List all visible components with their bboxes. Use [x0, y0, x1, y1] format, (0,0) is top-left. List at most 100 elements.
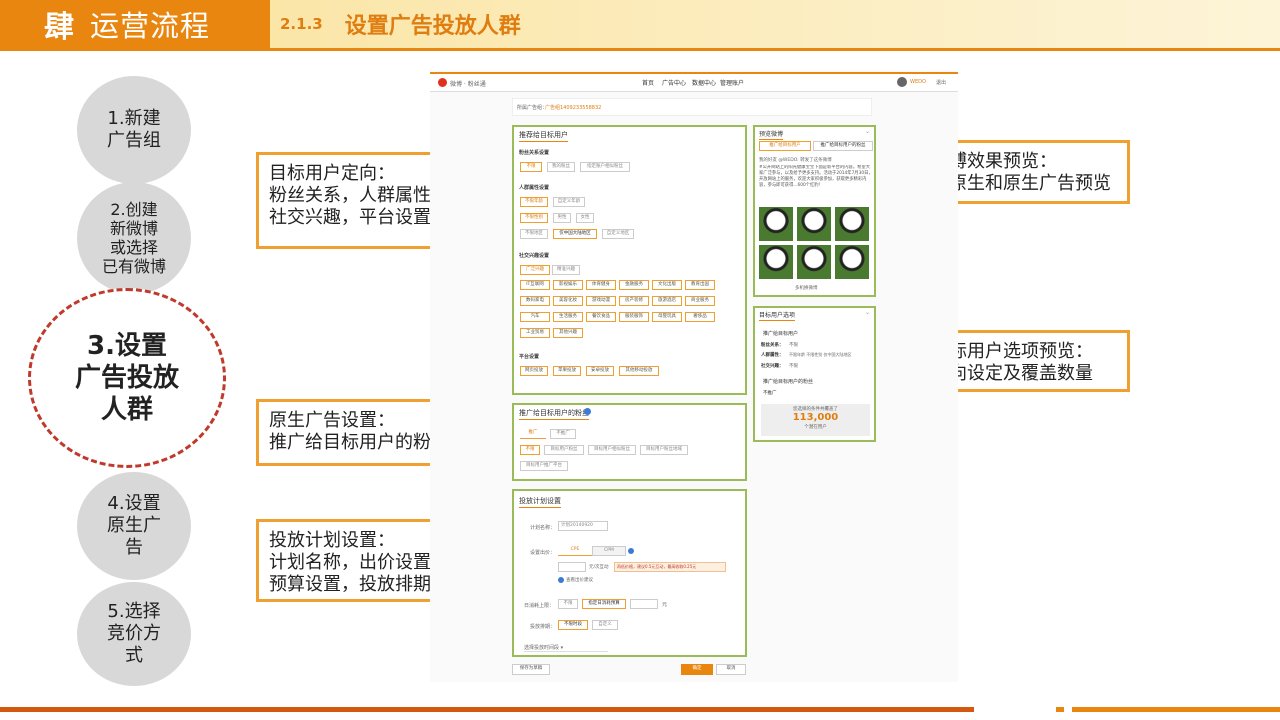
panda-image [835, 207, 869, 241]
panda-image [759, 245, 793, 279]
plan-name-input[interactable]: 计划20140920 [558, 521, 608, 531]
region-chip-any[interactable]: 不限地区 [520, 229, 548, 239]
gender-chip-female[interactable]: 女性 [576, 213, 594, 223]
fan-chip-my-fans[interactable]: 我的粉丝 [547, 162, 575, 172]
options-fan-value: 不限 [789, 343, 798, 348]
schedule-chip-any[interactable]: 不限时段 [558, 620, 588, 630]
bid-tab-cpm[interactable]: CPM [592, 546, 626, 556]
interest-chip[interactable]: IT互联网 [520, 280, 550, 290]
interest-chip[interactable]: 体育健身 [586, 280, 616, 290]
social-tab-broad[interactable]: 广泛兴趣 [520, 265, 550, 275]
bid-label: 设置出价： [530, 550, 556, 556]
preview-tab-target[interactable]: 推广给目标用户 [759, 141, 811, 151]
interest-chip[interactable]: 金融服务 [619, 280, 649, 290]
time-select[interactable]: 选择投放时间段 ▾ [524, 644, 608, 652]
footer-bar-right [1072, 707, 1280, 712]
region-chip-mainland[interactable]: 仅中国大陆地区 [553, 229, 597, 239]
interest-chip[interactable]: 旅游酒店 [652, 296, 682, 306]
fans-tab-no-promote[interactable]: 不推广 [550, 429, 576, 439]
interest-chip[interactable]: 汽车 [520, 312, 550, 322]
preview-tab-fans[interactable]: 推广给目标用户的粉丝 [813, 141, 873, 151]
budget-input[interactable] [630, 599, 658, 609]
social-tab-precise[interactable]: 精准兴趣 [552, 265, 580, 275]
nav-home[interactable]: 首页 [642, 78, 654, 87]
bid-help-icon[interactable] [628, 548, 634, 554]
step-5-circle: 5.选择 竞价方 式 [77, 582, 191, 686]
weibo-logo-icon [438, 78, 447, 87]
preview-panel-title: 预览微博 [759, 131, 784, 140]
fans-chip-target[interactable]: 目标用户粉丝 [544, 445, 584, 455]
panda-image [835, 245, 869, 279]
help-icon[interactable] [584, 408, 591, 415]
interest-chip[interactable]: 教育出国 [685, 280, 715, 290]
more-posts-link[interactable]: 多机换微博 [795, 285, 818, 291]
coverage-box: 您选择的条件共覆盖了 113,000 个潜在用户 [761, 404, 870, 436]
platform-chip-android[interactable]: 安卓投放 [586, 366, 614, 376]
interest-chip[interactable]: 游戏动漫 [586, 296, 616, 306]
plan-name-label: 计划名称： [530, 525, 556, 531]
adgroup-value[interactable]: 广告组1409233558832 [545, 104, 601, 111]
interest-chip[interactable]: 服装服饰 [619, 312, 649, 322]
interest-chip[interactable]: 美容化妆 [553, 296, 583, 306]
fans-chip-any[interactable]: 不限 [520, 445, 540, 455]
interest-chip[interactable]: 其他兴趣 [553, 328, 583, 338]
interest-chip[interactable]: 影视娱乐 [553, 280, 583, 290]
save-draft-button[interactable]: 保存为草稿 [512, 664, 550, 675]
nav-ad-center[interactable]: 广告中心 [662, 78, 686, 87]
budget-chip-daily[interactable]: 指定日消耗预算 [582, 599, 626, 609]
platform-section-title: 平台设置 [519, 354, 540, 360]
options-panel: 目标用户选项 ⌄ 推广给目标用户 粉丝关系： 不限 人群属性： 不限年龄 不限性… [753, 306, 876, 442]
bid-unit: 元/次互动 [589, 565, 609, 570]
age-chip-custom[interactable]: 自定义年龄 [553, 197, 585, 207]
panda-image [797, 245, 831, 279]
step-1-circle: 1.新建 广告组 [77, 76, 191, 184]
collapse-icon[interactable]: ⌄ [865, 128, 870, 135]
platform-chip-other[interactable]: 其他移动投放 [619, 366, 659, 376]
interest-chip[interactable]: 房产装修 [619, 296, 649, 306]
interest-chip[interactable]: 文化出版 [652, 280, 682, 290]
collapse-icon[interactable]: ⌄ [865, 309, 870, 316]
adgroup-bar: 所属广告组： 广告组1409233558832 [512, 98, 872, 116]
bid-input[interactable] [558, 562, 586, 572]
gender-chip-male[interactable]: 男性 [553, 213, 571, 223]
interest-chip[interactable]: 商业服务 [685, 296, 715, 306]
user-name[interactable]: WEDO [910, 79, 926, 85]
fans-chip-region[interactable]: 目标用户粉丝地域 [640, 445, 688, 455]
interest-chip[interactable]: 工业贸易 [520, 328, 550, 338]
footer-dot [1056, 707, 1064, 712]
interest-chip[interactable]: 奢侈品 [685, 312, 715, 322]
interest-chip[interactable]: 母婴玩具 [652, 312, 682, 322]
options-panel-title: 目标用户选项 [759, 312, 796, 321]
bid-advice-link[interactable]: 查看出价建议 [566, 577, 593, 583]
weibo-brand: 微博 · 粉丝通 [450, 81, 486, 88]
submit-button[interactable]: 确定 [681, 664, 713, 675]
fans-chip-platform[interactable]: 目标用户推广平台 [520, 461, 568, 471]
interest-chip[interactable]: 数码家电 [520, 296, 550, 306]
panda-image [797, 207, 831, 241]
cancel-button[interactable]: 取消 [716, 664, 746, 675]
nav-data-center[interactable]: 数据中心 [692, 78, 716, 87]
region-chip-custom[interactable]: 自定义地区 [602, 229, 634, 239]
bid-tab-cpe[interactable]: CPE [558, 546, 592, 556]
age-chip-any[interactable]: 不限年龄 [520, 197, 548, 207]
budget-chip-any[interactable]: 不限 [558, 599, 578, 609]
gender-chip-any[interactable]: 不限性别 [520, 213, 548, 223]
fan-section-title: 粉丝关系设置 [519, 150, 550, 156]
nav-manage-account[interactable]: 管理账户 [720, 78, 744, 87]
fans-chip-similar[interactable]: 目标用户相似粉丝 [588, 445, 636, 455]
fan-chip-any[interactable]: 不限 [520, 162, 542, 172]
interest-chip[interactable]: 餐饮食品 [586, 312, 616, 322]
schedule-chip-custom[interactable]: 自定义 [592, 620, 618, 630]
preview-panel: 预览微博 ⌄ 推广给目标用户 推广给目标用户的粉丝 我的好友 @WEDO: 转发… [753, 125, 876, 297]
platform-chip-ios[interactable]: 苹果投放 [553, 366, 581, 376]
target-user-panel: 推荐给目标用户 粉丝关系设置 不限 我的粉丝 指定账户相似粉丝 人群属性设置 不… [512, 125, 747, 395]
avatar[interactable] [897, 77, 907, 87]
platform-chip-web[interactable]: 网页投放 [520, 366, 548, 376]
fan-chip-similar[interactable]: 指定账户相似粉丝 [580, 162, 630, 172]
interest-chip[interactable]: 生活服务 [553, 312, 583, 322]
logout-link[interactable]: 退出 [936, 79, 946, 86]
section-header: 2.1.3 设置广告投放人群 [270, 0, 1280, 48]
demo-section-title: 人群属性设置 [519, 185, 550, 191]
options-fans-label: 推广给目标用户的粉丝 [763, 379, 814, 385]
fans-tab-promote[interactable]: 推广 [520, 429, 546, 439]
